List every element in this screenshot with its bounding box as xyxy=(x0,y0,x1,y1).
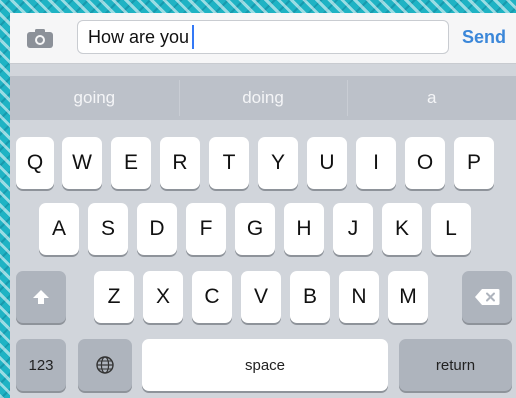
key-m[interactable]: M xyxy=(388,271,428,323)
key-r[interactable]: R xyxy=(160,137,200,189)
key-q[interactable]: Q xyxy=(16,137,54,189)
key-f[interactable]: F xyxy=(186,203,226,255)
key-h[interactable]: H xyxy=(284,203,324,255)
key-w[interactable]: W xyxy=(62,137,102,189)
key-i[interactable]: I xyxy=(356,137,396,189)
message-text: How are you xyxy=(88,26,190,47)
key-g[interactable]: G xyxy=(235,203,275,255)
shift-key[interactable] xyxy=(16,271,66,323)
send-button[interactable]: Send xyxy=(462,27,516,48)
key-a[interactable]: A xyxy=(39,203,79,255)
delete-icon xyxy=(475,289,500,305)
numbers-key[interactable]: 123 xyxy=(16,339,66,391)
key-t[interactable]: T xyxy=(209,137,249,189)
key-n[interactable]: N xyxy=(339,271,379,323)
key-p[interactable]: P xyxy=(454,137,494,189)
suggestion-doing[interactable]: doing xyxy=(178,76,348,120)
key-d[interactable]: D xyxy=(137,203,177,255)
key-v[interactable]: V xyxy=(241,271,281,323)
key-y[interactable]: Y xyxy=(258,137,298,189)
key-b[interactable]: B xyxy=(290,271,330,323)
shift-icon xyxy=(33,290,49,304)
key-c[interactable]: C xyxy=(192,271,232,323)
space-key[interactable]: space xyxy=(142,339,388,391)
globe-key[interactable] xyxy=(78,339,132,391)
suggestion-bar: going doing a xyxy=(10,76,516,120)
message-composer: How are you Send xyxy=(10,13,516,64)
key-z[interactable]: Z xyxy=(94,271,134,323)
text-cursor xyxy=(192,25,195,49)
return-key[interactable]: return xyxy=(399,339,512,391)
key-k[interactable]: K xyxy=(382,203,422,255)
phone-screen: How are you Send going doing a Q W E R T… xyxy=(10,13,516,398)
key-e[interactable]: E xyxy=(111,137,151,189)
camera-icon[interactable] xyxy=(26,29,54,49)
key-s[interactable]: S xyxy=(88,203,128,255)
key-x[interactable]: X xyxy=(143,271,183,323)
delete-key[interactable] xyxy=(462,271,512,323)
suggestion-going[interactable]: going xyxy=(10,76,179,120)
key-o[interactable]: O xyxy=(405,137,445,189)
suggestion-a[interactable]: a xyxy=(347,76,516,120)
key-j[interactable]: J xyxy=(333,203,373,255)
key-l[interactable]: L xyxy=(431,203,471,255)
globe-icon xyxy=(96,356,114,374)
message-input[interactable]: How are you xyxy=(77,20,449,54)
key-u[interactable]: U xyxy=(307,137,347,189)
